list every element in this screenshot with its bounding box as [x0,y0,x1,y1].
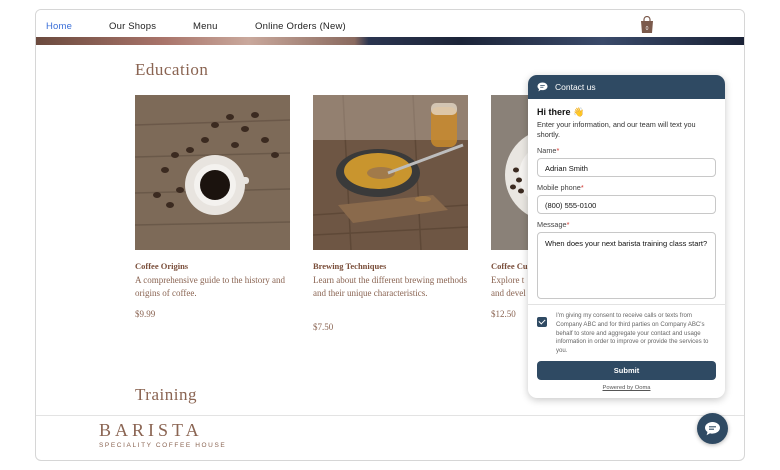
card-title[interactable]: Brewing Techniques [313,261,386,271]
message-label: Message* [537,220,570,229]
widget-intro: Enter your information, and our team wil… [537,120,696,139]
footer-tagline: SPECIALITY COFFEE HOUSE [99,442,227,449]
card-description: Explore t and devel [491,275,526,298]
name-field[interactable]: Adrian Smith [537,158,716,177]
nav-our-shops[interactable]: Our Shops [109,21,156,32]
widget-title: Contact us [555,82,596,92]
card-title[interactable]: Coffee Origins [135,261,188,271]
name-label: Name* [537,146,560,155]
shopping-bag-icon[interactable]: 0 [639,15,655,34]
consent-text: I'm giving my consent to receive calls o… [556,312,709,355]
chat-bubble-icon [705,422,720,436]
brewing-techniques-image[interactable] [313,95,468,250]
card-description: A comprehensive guide to the history and… [135,275,285,298]
footer-divider [36,415,744,416]
training-heading: Training [135,385,197,404]
footer-brand-logo: BARISTA [99,420,203,440]
card-price: $12.50 [491,309,516,319]
phone-field[interactable]: (800) 555-0100 [537,195,716,214]
card-price: $7.50 [313,322,334,332]
card-description: Learn about the different brewing method… [313,275,468,298]
consent-checkbox[interactable] [537,317,547,327]
chat-bubble-icon [537,82,548,92]
contact-widget: Contact us Hi there 👋 Enter your informa… [528,75,725,398]
phone-label: Mobile phone* [537,183,584,192]
card-price: $9.99 [135,309,156,319]
consent-section: I'm giving my consent to receive calls o… [528,304,725,356]
cart-count: 0 [646,26,649,32]
powered-by-link[interactable]: Powered by Ooma [528,385,725,391]
coffee-origins-image[interactable] [135,95,290,250]
hero-image-strip [36,37,744,45]
education-heading: Education [135,60,209,79]
card-title[interactable]: Coffee Cu [491,261,528,271]
widget-greeting: Hi there 👋 [537,107,585,117]
nav-menu[interactable]: Menu [193,21,218,32]
submit-button[interactable]: Submit [537,361,716,380]
message-field[interactable]: When does your next barista training cla… [537,232,716,299]
chat-launcher-button[interactable] [697,413,728,444]
nav-online-orders[interactable]: Online Orders (New) [255,21,346,32]
top-nav: Home Our Shops Menu Online Orders (New) … [36,10,744,38]
nav-home[interactable]: Home [46,21,72,32]
widget-header: Contact us [528,75,725,99]
